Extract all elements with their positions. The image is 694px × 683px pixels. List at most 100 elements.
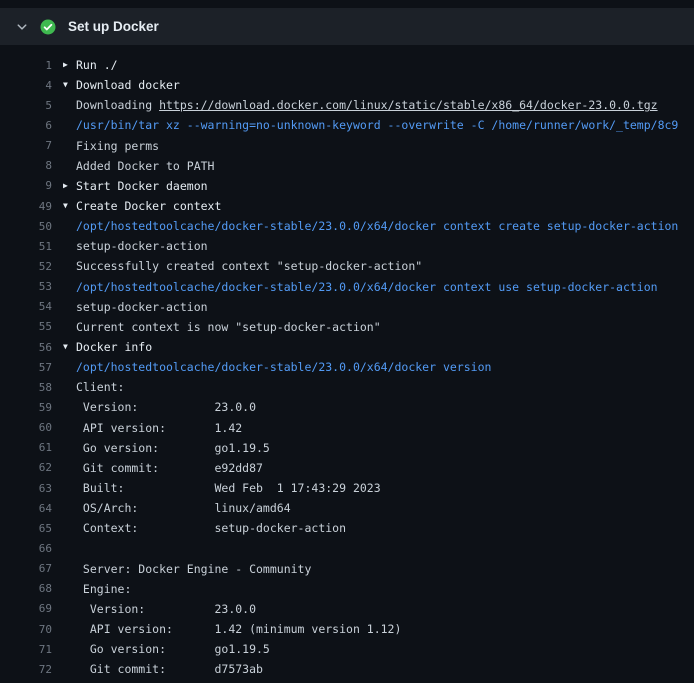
log-line: 67 Server: Docker Engine - Community xyxy=(0,559,694,579)
log-text: /opt/hostedtoolcache/docker-stable/23.0.… xyxy=(76,219,678,233)
log-text: API version: 1.42 xyxy=(76,421,242,435)
log-line: 52 Successfully created context "setup-d… xyxy=(0,256,694,276)
log-text: /usr/bin/tar xz --warning=no-unknown-key… xyxy=(76,118,678,132)
line-number[interactable]: 63 xyxy=(0,482,52,495)
log-text: Go version: go1.19.5 xyxy=(76,642,270,656)
line-number[interactable]: 60 xyxy=(0,421,52,434)
triangle-right-icon: ▶ xyxy=(52,55,76,75)
log-line: 68 Engine: xyxy=(0,579,694,599)
log-line: 50 /opt/hostedtoolcache/docker-stable/23… xyxy=(0,216,694,236)
log-line: 70 API version: 1.42 (minimum version 1.… xyxy=(0,619,694,639)
line-number[interactable]: 54 xyxy=(0,300,52,313)
log-text: setup-docker-action xyxy=(76,239,208,253)
log-line: 65 Context: setup-docker-action xyxy=(0,518,694,538)
line-number[interactable]: 58 xyxy=(0,381,52,394)
line-number[interactable]: 68 xyxy=(0,582,52,595)
line-number[interactable]: 67 xyxy=(0,562,52,575)
line-number[interactable]: 8 xyxy=(0,159,52,172)
log-line: 53 /opt/hostedtoolcache/docker-stable/23… xyxy=(0,277,694,297)
line-number[interactable]: 65 xyxy=(0,522,52,535)
log-text: Context: setup-docker-action xyxy=(76,521,346,535)
log-line: 55 Current context is now "setup-docker-… xyxy=(0,317,694,337)
step-title: Set up Docker xyxy=(68,19,159,34)
line-number[interactable]: 50 xyxy=(0,220,52,233)
line-number[interactable]: 9 xyxy=(0,179,52,192)
line-number[interactable]: 56 xyxy=(0,341,52,354)
line-number[interactable]: 51 xyxy=(0,240,52,253)
chevron-down-icon[interactable] xyxy=(16,21,28,33)
log-line: 60 API version: 1.42 xyxy=(0,418,694,438)
log-line: 6 /usr/bin/tar xz --warning=no-unknown-k… xyxy=(0,115,694,135)
log-text: Current context is now "setup-docker-act… xyxy=(76,320,381,334)
log-text: Added Docker to PATH xyxy=(76,159,214,173)
log-text: Git commit: d7573ab xyxy=(76,662,263,676)
log-line: 8 Added Docker to PATH xyxy=(0,156,694,176)
log-text: OS/Arch: linux/amd64 xyxy=(76,501,291,515)
triangle-down-icon: ▼ xyxy=(52,196,76,216)
log-group-header[interactable]: 49 ▼ Create Docker context xyxy=(0,196,694,216)
log-line: 62 Git commit: e92dd87 xyxy=(0,458,694,478)
line-number[interactable]: 55 xyxy=(0,320,52,333)
line-number[interactable]: 64 xyxy=(0,502,52,515)
step-header[interactable]: Set up Docker xyxy=(0,8,694,45)
log-text: Run ./ xyxy=(76,58,118,72)
line-number[interactable]: 66 xyxy=(0,542,52,555)
line-number[interactable]: 59 xyxy=(0,401,52,414)
line-number[interactable]: 52 xyxy=(0,260,52,273)
line-number[interactable]: 69 xyxy=(0,602,52,615)
log-line: 63 Built: Wed Feb 1 17:43:29 2023 xyxy=(0,478,694,498)
log-body: 1 ▶ Run ./ 4 ▼ Download docker 5 Downloa… xyxy=(0,45,694,679)
log-line: 7 Fixing perms xyxy=(0,136,694,156)
log-group-header[interactable]: 9 ▶ Start Docker daemon xyxy=(0,176,694,196)
log-text: API version: 1.42 (minimum version 1.12) xyxy=(76,622,401,636)
log-line: 57 /opt/hostedtoolcache/docker-stable/23… xyxy=(0,357,694,377)
log-line: 58 Client: xyxy=(0,377,694,397)
log-line: 5 Downloading https://download.docker.co… xyxy=(0,95,694,115)
triangle-right-icon: ▶ xyxy=(52,176,76,196)
log-text: Version: 23.0.0 xyxy=(76,400,256,414)
log-line: 54 setup-docker-action xyxy=(0,297,694,317)
log-text: /opt/hostedtoolcache/docker-stable/23.0.… xyxy=(76,280,658,294)
log-line: 51 setup-docker-action xyxy=(0,236,694,256)
log-text: Built: Wed Feb 1 17:43:29 2023 xyxy=(76,481,381,495)
triangle-down-icon: ▼ xyxy=(52,337,76,357)
log-line: 59 Version: 23.0.0 xyxy=(0,397,694,417)
line-number[interactable]: 62 xyxy=(0,461,52,474)
line-number[interactable]: 70 xyxy=(0,623,52,636)
log-text: Create Docker context xyxy=(76,199,221,213)
log-group-header[interactable]: 1 ▶ Run ./ xyxy=(0,55,694,75)
log-line: 61 Go version: go1.19.5 xyxy=(0,438,694,458)
log-link[interactable]: https://download.docker.com/linux/static… xyxy=(159,98,658,112)
line-number[interactable]: 4 xyxy=(0,79,52,92)
log-text: Git commit: e92dd87 xyxy=(76,461,263,475)
log-line: 72 Git commit: d7573ab xyxy=(0,659,694,679)
line-number[interactable]: 72 xyxy=(0,663,52,676)
line-number[interactable]: 7 xyxy=(0,139,52,152)
line-number[interactable]: 5 xyxy=(0,99,52,112)
log-line: 71 Go version: go1.19.5 xyxy=(0,639,694,659)
workflow-log-panel: Set up Docker 1 ▶ Run ./ 4 ▼ Download do… xyxy=(0,0,694,679)
log-group-header[interactable]: 4 ▼ Download docker xyxy=(0,75,694,95)
log-text: /opt/hostedtoolcache/docker-stable/23.0.… xyxy=(76,360,491,374)
log-text: Successfully created context "setup-dock… xyxy=(76,259,422,273)
line-number[interactable]: 71 xyxy=(0,643,52,656)
line-number[interactable]: 53 xyxy=(0,280,52,293)
line-number[interactable]: 57 xyxy=(0,361,52,374)
log-text: Client: xyxy=(76,380,124,394)
log-line: 66 xyxy=(0,538,694,558)
line-number[interactable]: 6 xyxy=(0,119,52,132)
log-text: Version: 23.0.0 xyxy=(76,602,256,616)
log-text: Download docker xyxy=(76,78,180,92)
log-text: Server: Docker Engine - Community xyxy=(76,562,311,576)
log-line: 64 OS/Arch: linux/amd64 xyxy=(0,498,694,518)
line-number[interactable]: 49 xyxy=(0,200,52,213)
line-number[interactable]: 61 xyxy=(0,441,52,454)
log-text: setup-docker-action xyxy=(76,300,208,314)
check-circle-icon xyxy=(40,19,56,35)
log-line: 69 Version: 23.0.0 xyxy=(0,599,694,619)
log-text: Go version: go1.19.5 xyxy=(76,441,270,455)
log-text: Start Docker daemon xyxy=(76,179,208,193)
log-group-header[interactable]: 56 ▼ Docker info xyxy=(0,337,694,357)
line-number[interactable]: 1 xyxy=(0,59,52,72)
log-text: Downloading https://download.docker.com/… xyxy=(76,98,658,112)
